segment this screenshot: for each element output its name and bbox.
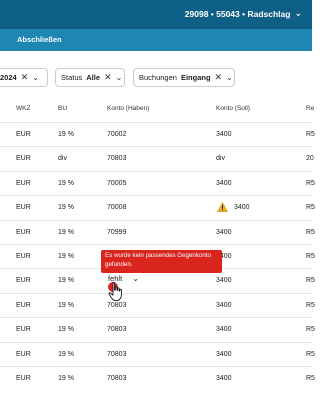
cell-re: R5: [306, 350, 315, 358]
cell-wkz: EUR: [16, 350, 31, 358]
chevron-down-icon[interactable]: ⌄: [132, 274, 139, 283]
buchungen-filter-label: Buchungen: [139, 73, 177, 82]
table-row[interactable]: EUR 19 % 70005 3400 R5: [0, 170, 315, 195]
cell-bu: 19 %: [58, 374, 74, 382]
cell-re: R5: [306, 252, 315, 260]
cell-re: R5: [306, 179, 315, 187]
cell-bu: 19 %: [58, 228, 74, 236]
cell-wkz: EUR: [16, 131, 31, 138]
cell-konto-soll: 3400: [234, 204, 250, 212]
cell-wkz: EUR: [16, 277, 31, 285]
cell-konto-haben: 70803: [107, 301, 127, 309]
chevron-down-icon[interactable]: ⌄: [32, 73, 39, 82]
client-info: 29098 • 55043 • Radschlag: [184, 8, 291, 19]
cell-konto-haben: 70008: [107, 204, 127, 212]
cell-wkz: EUR: [16, 204, 31, 212]
warning-triangle-icon[interactable]: [217, 202, 228, 212]
cell-konto-haben: 70005: [107, 179, 127, 187]
clear-icon[interactable]: ✕: [21, 72, 29, 83]
cell-wkz: EUR: [16, 374, 31, 382]
column-header-konto-soll[interactable]: Konto (Soll): [216, 105, 250, 112]
cell-konto-soll: 3400: [216, 277, 232, 285]
cell-re: 20: [306, 155, 314, 163]
year-filter-chip[interactable]: 2024 ✕ ⌄: [0, 68, 48, 87]
cell-bu: 19 %: [58, 350, 74, 358]
cell-re: R5: [306, 131, 315, 138]
buchungen-filter-chip[interactable]: Buchungen Eingang ✕ ⌄: [133, 68, 235, 87]
table-row[interactable]: EUR div 70803 div 20: [0, 146, 314, 170]
cell-wkz: EUR: [16, 326, 31, 334]
chevron-down-icon[interactable]: ⌄: [226, 73, 233, 82]
cell-re: R5: [306, 374, 315, 382]
cell-bu: 19 %: [58, 204, 74, 212]
column-header-bu[interactable]: BU: [58, 105, 67, 112]
cell-konto-soll: 3400: [216, 228, 232, 236]
cell-bu: 19 %: [58, 326, 74, 334]
table-header: WKZ BU Konto (Haben) Konto (Soll) Re: [0, 105, 314, 121]
cell-konto-haben: 70803: [107, 374, 127, 382]
column-header-konto-haben[interactable]: Konto (Haben): [107, 105, 149, 112]
cell-bu: 19 %: [58, 179, 74, 187]
cell-wkz: EUR: [16, 301, 31, 309]
cell-konto-haben: 70999: [107, 228, 127, 236]
cell-bu: 19 %: [58, 277, 74, 285]
table-row[interactable]: EUR 19 % 70803 3400 R5: [0, 317, 315, 341]
cell-konto-haben: 70803: [107, 350, 127, 358]
status-filter-chip[interactable]: Status Alle ✕ ⌄: [55, 68, 125, 87]
cell-bu: 19 %: [58, 131, 74, 138]
column-header-wkz[interactable]: WKZ: [16, 105, 30, 112]
cell-bu: 19 %: [58, 252, 74, 260]
year-filter-value: 2024: [0, 73, 17, 82]
chevron-down-icon: ⌄: [294, 8, 302, 18]
pointer-cursor-icon: [108, 282, 122, 302]
cell-bu: div: [58, 155, 67, 163]
table-row[interactable]: EUR 19 % 70002 3400 R5: [0, 122, 315, 146]
clear-icon[interactable]: ✕: [215, 72, 223, 83]
tab-abschliessen[interactable]: Abschließen: [17, 35, 62, 44]
cell-wkz: EUR: [16, 228, 31, 236]
clear-icon[interactable]: ✕: [104, 72, 112, 83]
filter-bar: 2024 ✕ ⌄ Status Alle ✕ ⌄ Buchungen Einga…: [0, 68, 312, 88]
cell-re: R5: [306, 301, 315, 309]
error-tooltip: Es wurde kein passendes Gegenkonto gefun…: [101, 250, 222, 273]
cell-bu: 19 %: [58, 301, 74, 309]
cell-konto-haben: 70803: [107, 326, 127, 334]
cell-konto-soll: 3400: [216, 131, 232, 138]
cell-re: R5: [306, 277, 315, 285]
client-selector[interactable]: 29098 • 55043 • Radschlag ⌄: [185, 8, 302, 19]
cell-konto-soll: 3400: [216, 326, 232, 334]
tab-bar: n Abschließen: [0, 29, 312, 51]
table-row[interactable]: EUR 19 % 70803 3400 R5: [0, 292, 315, 317]
cell-wkz: EUR: [16, 155, 31, 163]
chevron-down-icon[interactable]: ⌄: [116, 73, 123, 82]
column-header-re[interactable]: Re: [306, 105, 314, 112]
cell-wkz: EUR: [16, 179, 31, 187]
cell-re: R5: [306, 326, 315, 334]
cell-konto-soll: 3400: [216, 301, 232, 309]
cell-konto-soll: div: [216, 155, 225, 163]
cell-konto-haben: 70803: [107, 155, 127, 163]
status-filter-value: Alle: [86, 73, 101, 82]
status-filter-label: Status: [61, 73, 83, 82]
table-row[interactable]: EUR 19 % 70999 3400 R5: [0, 219, 315, 244]
cell-konto-soll: 3400: [216, 179, 232, 187]
table-row[interactable]: EUR 19 % 70803 3400 R5: [0, 341, 315, 366]
table-row[interactable]: EUR 19 % 70008 3400 R5: [0, 195, 315, 219]
cell-konto-soll: 3400: [216, 374, 232, 382]
cell-re: R5: [306, 228, 315, 236]
cell-konto-soll: 3400: [216, 350, 232, 358]
app-header: 29098 • 55043 • Radschlag ⌄: [0, 0, 312, 29]
cell-re: R5: [306, 204, 315, 212]
table-row[interactable]: EUR 19 % 70803 3400 R5: [0, 365, 315, 390]
cell-wkz: EUR: [16, 252, 31, 260]
cell-konto-haben: 70002: [107, 131, 127, 138]
buchungen-filter-value: Eingang: [180, 73, 211, 82]
